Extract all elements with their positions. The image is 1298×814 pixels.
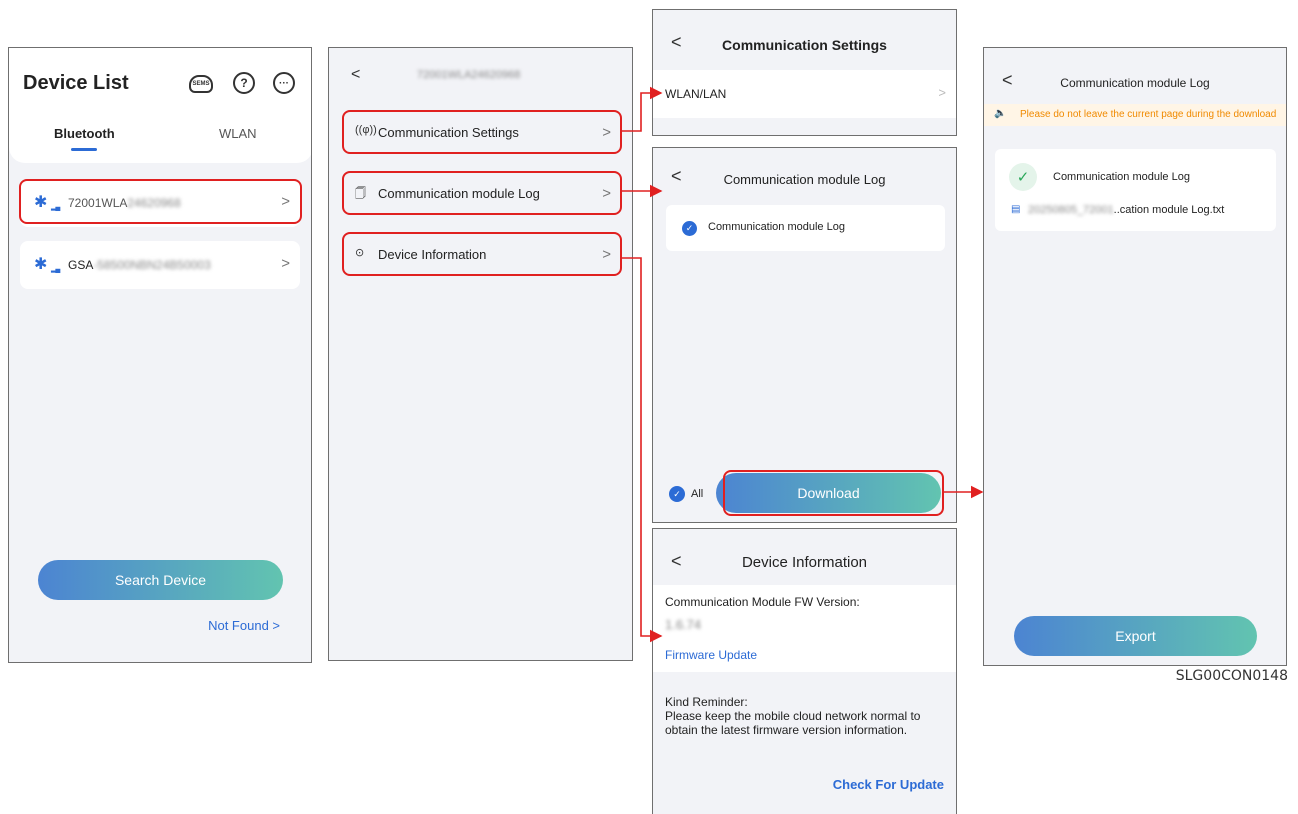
speaker-icon: 🔈: [994, 108, 1007, 119]
success-check-icon: ✓: [1009, 163, 1037, 191]
page-title: Communication Settings: [722, 37, 887, 53]
signal-icon: ▂▄: [51, 266, 60, 273]
page-title: Communication module Log: [723, 172, 886, 187]
chevron-right-icon: >: [281, 255, 290, 272]
more-icon[interactable]: ···: [273, 72, 295, 94]
tab-wlan[interactable]: WLAN: [219, 126, 257, 141]
device-information-screen: < Device Information Communication Modul…: [652, 528, 957, 814]
highlight-box: [342, 232, 622, 276]
header-card: [9, 48, 311, 163]
reminder-text: Please keep the mobile cloud network nor…: [665, 709, 921, 737]
highlight-box: [342, 110, 622, 154]
file-icon: ▤: [1011, 204, 1021, 215]
help-icon[interactable]: ?: [233, 72, 255, 94]
page-title: Device Information: [741, 554, 868, 571]
log-result-card: ✓ Communication module Log ▤ 20250805_72…: [995, 149, 1276, 231]
log-item[interactable]: ✓ Communication module Log: [666, 205, 945, 251]
back-icon[interactable]: <: [351, 66, 360, 84]
log-download-screen: < Communication module Log 🔈 Please do n…: [983, 47, 1287, 666]
row-label: WLAN/LAN: [665, 87, 727, 101]
communication-settings-screen: < Communication Settings WLAN/LAN >: [652, 9, 957, 136]
bluetooth-icon: ✱: [34, 256, 48, 273]
not-found-link[interactable]: Not Found >: [208, 618, 280, 633]
page-title: Communication module Log: [1060, 76, 1210, 90]
highlight-box: [723, 470, 944, 516]
fw-version-value: 1.6.74: [665, 617, 702, 632]
cloud-icon[interactable]: SEMS: [189, 75, 213, 93]
check-for-update-button[interactable]: Check For Update: [833, 777, 944, 792]
warning-banner: 🔈 Please do not leave the current page d…: [984, 104, 1286, 126]
tab-bluetooth[interactable]: Bluetooth: [54, 126, 115, 141]
checked-icon[interactable]: ✓: [682, 221, 697, 236]
device-menu-screen: < 72001WLA24620968 ((φ)) Communication S…: [328, 47, 633, 661]
warning-text: Please do not leave the current page dur…: [1020, 109, 1277, 120]
communication-log-screen: < Communication module Log ✓ Communicati…: [652, 147, 957, 523]
log-item-label: Communication module Log: [1053, 171, 1190, 183]
firmware-info-block: Communication Module FW Version: 1.6.74 …: [653, 585, 956, 672]
chevron-right-icon: >: [938, 85, 946, 100]
wlan-lan-row[interactable]: WLAN/LAN >: [653, 70, 956, 118]
log-item-label: Communication module Log: [708, 221, 845, 233]
device-name: GSA-58500NBN24B50003: [68, 258, 211, 272]
reminder-title: Kind Reminder:: [665, 695, 748, 709]
log-file-name[interactable]: 20250805_72001..cation module Log.txt: [1028, 204, 1224, 216]
search-device-button[interactable]: Search Device: [38, 560, 283, 600]
active-tab-indicator: [71, 148, 97, 151]
page-title: Device List: [23, 72, 129, 94]
select-all-checkbox[interactable]: ✓: [669, 486, 685, 502]
highlight-box: [342, 171, 622, 215]
device-list-screen: Device List SEMS ? ··· Bluetooth WLAN ✱ …: [8, 47, 312, 663]
fw-version-label: Communication Module FW Version:: [665, 595, 860, 609]
export-button[interactable]: Export: [1014, 616, 1257, 656]
device-title: 72001WLA24620968: [417, 69, 521, 81]
device-item[interactable]: ✱ ▂▄ GSA-58500NBN24B50003 >: [20, 241, 300, 289]
highlight-box: [19, 179, 302, 224]
select-all-label: All: [691, 488, 704, 500]
firmware-update-link[interactable]: Firmware Update: [665, 648, 757, 662]
figure-code: SLG00CON0148: [1175, 668, 1288, 684]
